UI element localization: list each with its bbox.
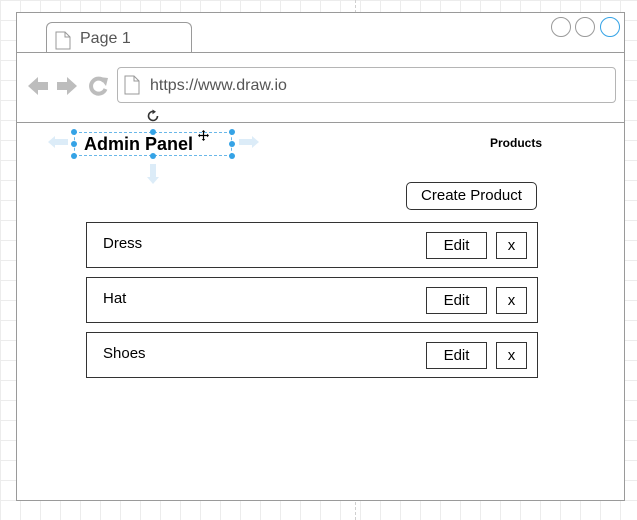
product-name: Dress xyxy=(103,235,143,252)
arrow-right-icon[interactable] xyxy=(238,135,260,149)
resize-handle[interactable] xyxy=(150,153,156,159)
delete-button[interactable]: x xyxy=(496,287,527,314)
title-selection[interactable]: Admin Panel xyxy=(71,129,235,160)
tab-label: Page 1 xyxy=(80,30,131,47)
window-button-3[interactable] xyxy=(600,17,620,37)
tab-divider xyxy=(17,52,624,53)
reload-icon[interactable] xyxy=(87,75,109,97)
product-row-hat: Hat Edit x xyxy=(86,277,538,323)
window-button-1[interactable] xyxy=(551,17,571,37)
page-icon xyxy=(124,75,140,95)
create-product-button[interactable]: Create Product xyxy=(406,182,537,210)
delete-button[interactable]: x xyxy=(496,342,527,369)
move-cursor-icon xyxy=(198,130,209,141)
page-title: Admin Panel xyxy=(84,134,194,154)
url-text: https://www.draw.io xyxy=(150,77,287,94)
resize-handle[interactable] xyxy=(150,129,156,135)
forward-arrow-icon[interactable] xyxy=(56,75,78,97)
product-row-dress: Dress Edit x xyxy=(86,222,538,268)
browser-tab[interactable]: Page 1 xyxy=(46,22,192,53)
edit-button[interactable]: Edit xyxy=(426,287,487,314)
page-icon xyxy=(55,31,71,50)
product-row-shoes: Shoes Edit x xyxy=(86,332,538,378)
products-nav-label[interactable]: Products xyxy=(490,136,542,150)
resize-handle[interactable] xyxy=(229,153,235,159)
product-name: Hat xyxy=(103,290,127,307)
edit-button[interactable]: Edit xyxy=(426,342,487,369)
browser-window: Page 1 https://www.draw.io Admin Panel P… xyxy=(16,12,625,501)
product-name: Shoes xyxy=(103,345,146,362)
resize-handle[interactable] xyxy=(229,141,235,147)
arrow-left-icon[interactable] xyxy=(47,135,69,149)
resize-handle[interactable] xyxy=(71,153,77,159)
resize-handle[interactable] xyxy=(71,141,77,147)
resize-handle[interactable] xyxy=(229,129,235,135)
edit-button[interactable]: Edit xyxy=(426,232,487,259)
delete-button[interactable]: x xyxy=(496,232,527,259)
back-arrow-icon[interactable] xyxy=(27,75,49,97)
url-bar[interactable]: https://www.draw.io xyxy=(117,67,616,103)
arrow-down-icon[interactable] xyxy=(146,163,160,185)
toolbar-divider xyxy=(17,122,624,123)
resize-handle[interactable] xyxy=(71,129,77,135)
rotate-icon[interactable] xyxy=(146,109,160,123)
window-button-2[interactable] xyxy=(575,17,595,37)
